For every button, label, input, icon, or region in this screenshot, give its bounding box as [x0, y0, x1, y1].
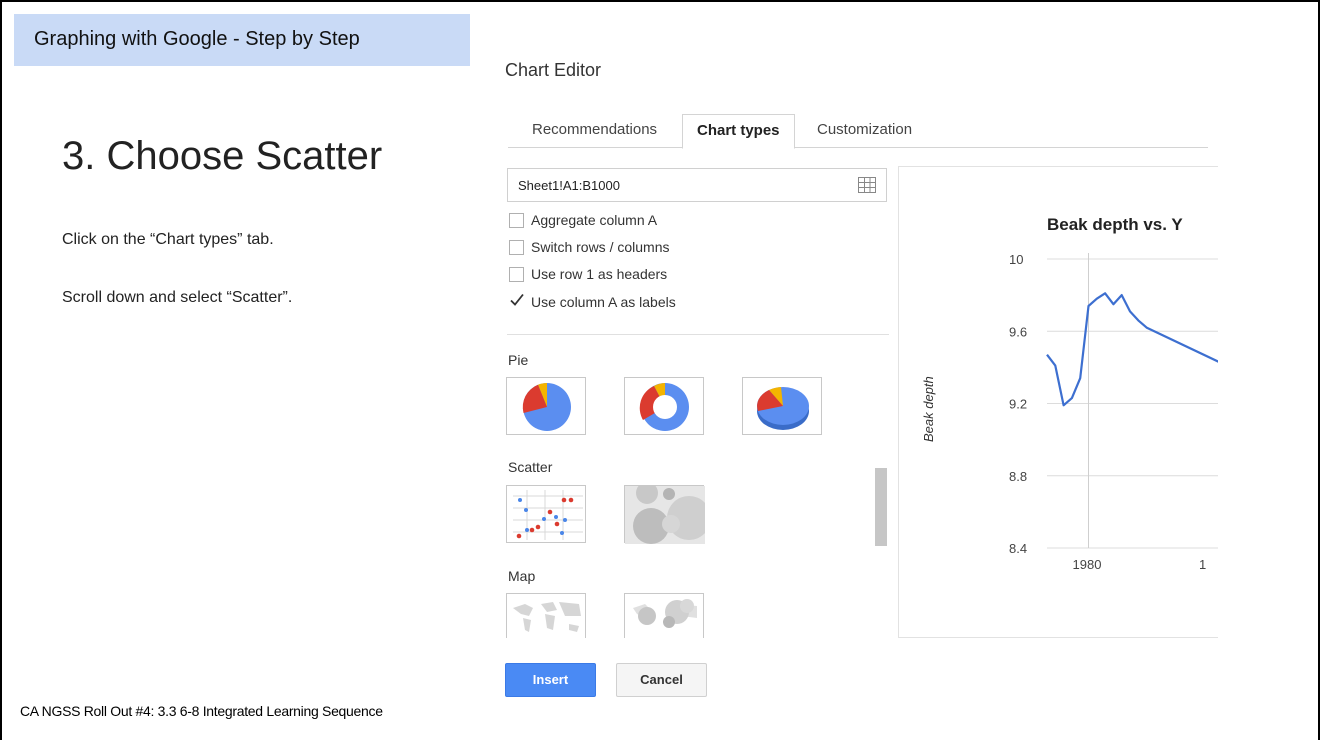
y-tick-label: 8.4 — [1009, 541, 1027, 556]
section-label-map: Map — [508, 568, 536, 584]
x-tick-label: 1 — [1199, 557, 1206, 572]
3d-pie-chart-icon — [757, 387, 809, 430]
tab-recommendations[interactable]: Recommendations — [518, 114, 671, 148]
y-tick-label: 9.2 — [1009, 397, 1027, 412]
data-series-line — [1046, 292, 1218, 407]
cancel-button[interactable]: Cancel — [616, 663, 707, 697]
slide: Graphing with Google - Step by Step 3. C… — [0, 0, 1320, 740]
x-tick-label: 1980 — [1073, 557, 1102, 572]
option-label: Use column A as labels — [531, 294, 676, 310]
checkbox[interactable] — [509, 213, 524, 228]
chart-title: Beak depth vs. Y — [1047, 215, 1183, 234]
options-divider — [507, 334, 889, 335]
step-title: 3. Choose Scatter — [62, 134, 383, 178]
slide-footer: CA NGSS Roll Out #4: 3.3 6-8 Integrated … — [20, 703, 383, 719]
pie-chart-thumbnail[interactable] — [506, 377, 586, 435]
instruction-text: Click on the “Chart types” tab. — [62, 231, 274, 248]
slide-banner: Graphing with Google - Step by Step — [14, 14, 470, 66]
data-range-input[interactable]: Sheet1!A1:B1000 — [507, 168, 887, 202]
3d-pie-chart-thumbnail[interactable] — [742, 377, 822, 435]
scatter-chart-icon — [513, 490, 583, 540]
checkbox[interactable] — [509, 240, 524, 255]
y-tick-label: 9.6 — [1009, 324, 1027, 339]
line-chart: 10 9.6 9.2 8.8 8.4 1980 1 — [1009, 252, 1218, 572]
tab-chart-types[interactable]: Chart types — [682, 114, 795, 149]
slide-border-top — [0, 0, 1320, 2]
tab-customization[interactable]: Customization — [803, 114, 926, 148]
y-tick-label: 10 — [1009, 252, 1023, 267]
chart-preview: 10 9.6 9.2 8.8 8.4 1980 1 Beak depth vs. Y Bea… — [898, 166, 1218, 638]
donut-chart-thumbnail[interactable] — [624, 377, 704, 435]
banner-title: Graphing with Google - Step by Step — [34, 28, 360, 50]
select-range-grid-icon[interactable] — [858, 177, 876, 193]
checkbox[interactable] — [509, 267, 524, 282]
option-label: Aggregate column A — [531, 212, 658, 228]
chart-editor-tabs: Recommendations Chart types Customizatio… — [508, 114, 1208, 149]
scatter-chart-thumbnail[interactable] — [506, 485, 586, 543]
chart-editor-title: Chart Editor — [505, 60, 602, 80]
section-label-pie: Pie — [508, 352, 529, 368]
section-label-scatter: Scatter — [508, 459, 553, 475]
bubble-chart-thumbnail[interactable] — [624, 485, 705, 544]
y-tick-label: 8.8 — [1009, 469, 1027, 484]
option-label: Switch rows / columns — [531, 239, 670, 255]
insert-button[interactable]: Insert — [505, 663, 596, 697]
instruction-text: Scroll down and select “Scatter”. — [62, 289, 293, 306]
checkmark-icon[interactable] — [509, 292, 525, 308]
data-range-value: Sheet1!A1:B1000 — [518, 178, 620, 193]
y-axis-label: Beak depth — [921, 376, 936, 442]
chart-type-list-scrollbar[interactable] — [875, 468, 887, 546]
donut-chart-icon — [639, 383, 689, 431]
slide-border-left — [0, 0, 2, 740]
option-label: Use row 1 as headers — [531, 266, 668, 282]
pie-chart-icon — [522, 383, 571, 431]
chart-type-list-clip — [500, 638, 895, 658]
bubble-chart-icon — [625, 486, 705, 544]
